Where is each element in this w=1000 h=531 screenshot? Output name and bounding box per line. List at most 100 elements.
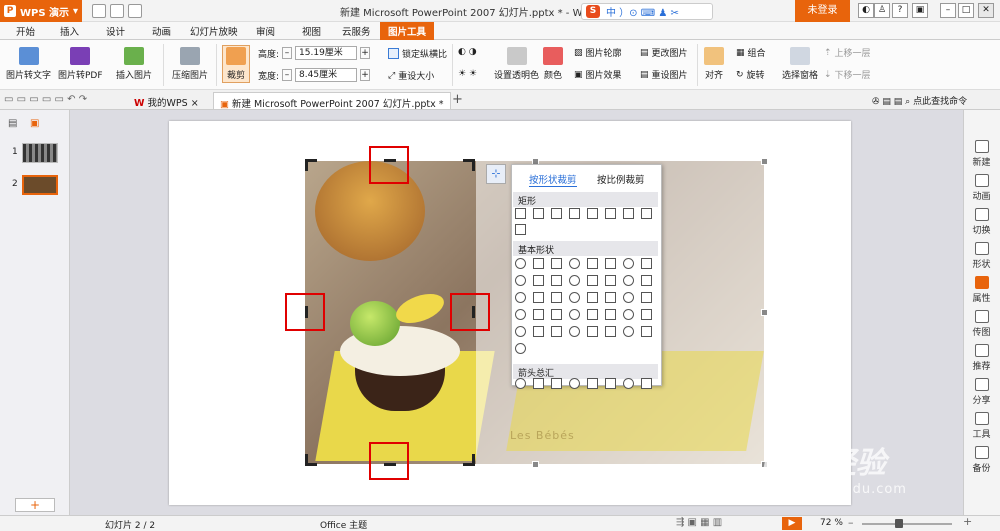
shape-option[interactable]: [551, 292, 562, 303]
zoom-slider-thumb[interactable]: [895, 519, 903, 528]
shape-option[interactable]: [551, 208, 562, 219]
add-slide-button[interactable]: +: [15, 498, 55, 512]
skin-icon[interactable]: ◐: [858, 3, 874, 18]
shape-option[interactable]: [515, 275, 526, 286]
crop-corner-tl[interactable]: [305, 159, 308, 171]
sogou-icon[interactable]: S: [586, 5, 600, 18]
shape-option[interactable]: [551, 326, 562, 337]
app-menu-button[interactable]: P WPS 演示 ▾: [0, 0, 82, 22]
panel-shape-button[interactable]: 形状: [963, 242, 1000, 270]
shape-option[interactable]: [551, 309, 562, 320]
shape-option[interactable]: [605, 292, 616, 303]
shape-option[interactable]: [587, 292, 598, 303]
crop-corner-bl[interactable]: [305, 454, 308, 466]
change-pic-button[interactable]: ▤ 更改图片: [640, 46, 688, 60]
shape-option[interactable]: [533, 326, 544, 337]
shape-option[interactable]: [605, 275, 616, 286]
tab-document[interactable]: ▣ 新建 Microsoft PowerPoint 2007 幻灯片.pptx …: [213, 92, 451, 110]
play-button[interactable]: ▶: [782, 517, 802, 530]
shape-option[interactable]: [587, 326, 598, 337]
shape-option[interactable]: [515, 208, 526, 219]
effect-button[interactable]: ▣ 图片效果: [574, 68, 622, 82]
contrast-icon[interactable]: ◐ ◑: [458, 47, 477, 57]
crop-corner-br[interactable]: [472, 454, 475, 466]
close-icon[interactable]: ×: [191, 98, 199, 109]
shape-option[interactable]: [551, 378, 562, 389]
select-pane-button[interactable]: 选择窗格: [782, 47, 818, 81]
width-input[interactable]: 8.45厘米: [295, 68, 358, 82]
shape-option[interactable]: [533, 309, 544, 320]
reset-size-button[interactable]: ⤢ 重设大小: [388, 69, 434, 83]
brightness-icon[interactable]: ☀ ☀: [458, 69, 477, 79]
redo-icon[interactable]: [128, 4, 142, 18]
panel-transition-button[interactable]: 切换: [963, 208, 1000, 236]
panel-recommend-button[interactable]: 推荐: [963, 344, 1000, 372]
shape-option[interactable]: [551, 275, 562, 286]
panel-property-button[interactable]: 属性: [963, 276, 1000, 304]
tab-home[interactable]: 开始: [16, 24, 35, 38]
undo-icon[interactable]: [110, 4, 124, 18]
shape-option[interactable]: [569, 309, 580, 320]
shape-option[interactable]: [569, 275, 580, 286]
shape-option[interactable]: [641, 275, 652, 286]
panel-backup-button[interactable]: 备份: [963, 446, 1000, 474]
shape-option[interactable]: [605, 208, 616, 219]
zoom-in-button[interactable]: +: [963, 515, 972, 528]
height-decrease[interactable]: –: [282, 47, 293, 59]
tab-crop-by-shape[interactable]: 按形状裁剪: [529, 172, 577, 187]
tab-review[interactable]: 审阅: [256, 24, 275, 38]
shape-option[interactable]: [533, 275, 544, 286]
shape-option[interactable]: [623, 208, 634, 219]
width-increase[interactable]: +: [360, 69, 371, 81]
shape-option[interactable]: [641, 208, 652, 219]
panel-share-button[interactable]: 分享: [963, 378, 1000, 406]
align-button[interactable]: 对齐: [704, 47, 724, 81]
shape-option[interactable]: [587, 309, 598, 320]
shape-option[interactable]: [515, 378, 526, 389]
color-button[interactable]: 颜色: [543, 47, 563, 81]
lock-ratio-checkbox[interactable]: 锁定纵横比: [388, 47, 447, 60]
tab-cloud[interactable]: 云服务: [342, 24, 371, 38]
shape-option[interactable]: [533, 378, 544, 389]
tab-picture-tools[interactable]: 图片工具: [380, 22, 435, 40]
shape-option[interactable]: [641, 378, 652, 389]
tab-insert[interactable]: 插入: [60, 24, 79, 38]
reset-pic-button[interactable]: ▤ 重设图片: [640, 68, 688, 82]
panel-animation-button[interactable]: 动画: [963, 174, 1000, 202]
compress-button[interactable]: 压缩图片: [172, 47, 208, 81]
shape-option[interactable]: [623, 309, 634, 320]
shape-option[interactable]: [587, 275, 598, 286]
resize-handle[interactable]: [761, 309, 768, 316]
shape-option[interactable]: [623, 275, 634, 286]
panel-upload-button[interactable]: 传图: [963, 310, 1000, 338]
shape-option[interactable]: [605, 258, 616, 269]
shape-option[interactable]: [587, 208, 598, 219]
bring-forward-button[interactable]: ⇡ 上移一层: [824, 46, 871, 60]
shape-option[interactable]: [641, 326, 652, 337]
shape-option[interactable]: [569, 326, 580, 337]
shape-option[interactable]: [605, 309, 616, 320]
crop-corner-tr[interactable]: [472, 159, 475, 171]
tab-crop-by-ratio[interactable]: 按比例裁剪: [597, 172, 645, 186]
shape-option[interactable]: [623, 258, 634, 269]
resize-handle[interactable]: [761, 158, 768, 165]
slides-view-icon[interactable]: ▣: [30, 118, 39, 129]
insert-pic-button[interactable]: 插入图片: [116, 47, 152, 81]
shape-option[interactable]: [569, 208, 580, 219]
shape-option[interactable]: [641, 258, 652, 269]
shape-option[interactable]: [587, 378, 598, 389]
shape-option[interactable]: [623, 378, 634, 389]
tab-design[interactable]: 设计: [106, 24, 125, 38]
pic-to-text-button[interactable]: 图片转文字: [6, 47, 51, 81]
panel-new-button[interactable]: 新建: [963, 140, 1000, 168]
shape-option[interactable]: [533, 292, 544, 303]
command-search[interactable]: ✇ ▤ ▤ ⌕ 点此查找命令: [872, 94, 967, 107]
tab-animation[interactable]: 动画: [152, 24, 171, 38]
shirt-icon[interactable]: ♙: [874, 3, 890, 18]
send-backward-button[interactable]: ⇣ 下移一层: [824, 68, 871, 82]
outline-button[interactable]: ▨ 图片轮廓: [574, 46, 622, 60]
shape-option[interactable]: [641, 309, 652, 320]
shape-option[interactable]: [515, 309, 526, 320]
slide-thumbnail-selected[interactable]: [22, 175, 58, 195]
rotate-button[interactable]: ↻ 旋转: [736, 68, 765, 82]
